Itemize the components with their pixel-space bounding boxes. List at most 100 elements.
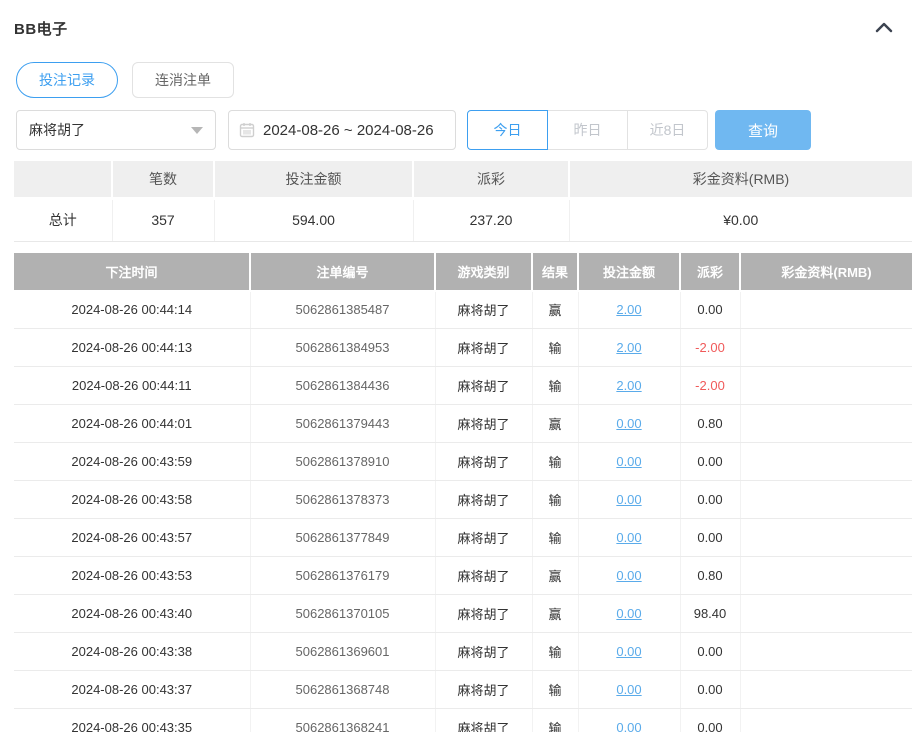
order-number-cell: 5062861369601: [250, 633, 435, 671]
tab-cancelled-orders[interactable]: 连消注单: [132, 62, 234, 98]
header-bet-amount: 投注金额: [578, 253, 680, 291]
bet-amount-link[interactable]: 0.00: [616, 568, 641, 583]
bet-amount-link[interactable]: 0.00: [616, 530, 641, 545]
panel-header: BB电子: [0, 0, 912, 40]
game-type-select[interactable]: 麻将胡了: [16, 110, 216, 150]
date-range-input[interactable]: 2024-08-26 ~ 2024-08-26: [228, 110, 456, 150]
payout-cell: -2.00: [680, 367, 740, 405]
game-type-cell: 麻将胡了: [435, 557, 532, 595]
bonus-cell: [740, 443, 912, 481]
result-cell: 输: [532, 481, 578, 519]
collapse-panel-button[interactable]: [872, 16, 896, 40]
bet-amount-link[interactable]: 0.00: [616, 416, 641, 431]
payout-cell: 0.00: [680, 291, 740, 329]
bet-amount-cell: 0.00: [578, 405, 680, 443]
bet-amount-link[interactable]: 2.00: [616, 302, 641, 317]
bet-time-cell: 2024-08-26 00:43:35: [14, 709, 250, 732]
total-label: 总计: [14, 198, 112, 241]
game-type-value: 麻将胡了: [29, 120, 85, 140]
bet-amount-link[interactable]: 0.00: [616, 454, 641, 469]
bet-amount-link[interactable]: 0.00: [616, 720, 641, 732]
result-cell: 输: [532, 671, 578, 709]
table-row: 2024-08-26 00:43:405062861370105麻将胡了赢0.0…: [14, 595, 912, 633]
bet-amount-cell: 0.00: [578, 443, 680, 481]
bet-time-cell: 2024-08-26 00:43:40: [14, 595, 250, 633]
date-range-value: 2024-08-26 ~ 2024-08-26: [263, 122, 434, 139]
bet-amount-cell: 0.00: [578, 671, 680, 709]
game-type-cell: 麻将胡了: [435, 443, 532, 481]
search-button[interactable]: 查询: [715, 110, 811, 150]
game-type-cell: 麻将胡了: [435, 671, 532, 709]
bonus-cell: [740, 405, 912, 443]
total-bet-amount: 594.00: [214, 198, 413, 241]
payout-cell: -2.00: [680, 329, 740, 367]
summary-header-payout: 派彩: [413, 161, 569, 198]
bet-amount-cell: 0.00: [578, 557, 680, 595]
header-game-type: 游戏类别: [435, 253, 532, 291]
bet-amount-link[interactable]: 0.00: [616, 682, 641, 697]
bet-amount-link[interactable]: 0.00: [616, 492, 641, 507]
header-result: 结果: [532, 253, 578, 291]
table-row: 2024-08-26 00:43:585062861378373麻将胡了输0.0…: [14, 481, 912, 519]
calendar-icon: [239, 122, 255, 138]
bet-amount-link[interactable]: 0.00: [616, 644, 641, 659]
bet-amount-cell: 0.00: [578, 633, 680, 671]
order-number-cell: 5062861384436: [250, 367, 435, 405]
payout-cell: 0.00: [680, 443, 740, 481]
tab-label: 连消注单: [155, 70, 211, 90]
bet-amount-cell: 0.00: [578, 481, 680, 519]
bonus-cell: [740, 633, 912, 671]
header-payout: 派彩: [680, 253, 740, 291]
tab-betting-records[interactable]: 投注记录: [16, 62, 118, 98]
summary-header-empty: [14, 161, 112, 198]
game-type-cell: 麻将胡了: [435, 329, 532, 367]
payout-cell: 0.00: [680, 709, 740, 732]
result-cell: 赢: [532, 595, 578, 633]
payout-cell: 98.40: [680, 595, 740, 633]
bet-amount-link[interactable]: 2.00: [616, 340, 641, 355]
result-cell: 输: [532, 329, 578, 367]
bet-time-cell: 2024-08-26 00:44:01: [14, 405, 250, 443]
result-cell: 输: [532, 367, 578, 405]
summary-header-bet-amount: 投注金额: [214, 161, 413, 198]
bonus-cell: [740, 329, 912, 367]
total-payout: 237.20: [413, 198, 569, 241]
table-row: 2024-08-26 00:44:145062861385487麻将胡了赢2.0…: [14, 291, 912, 329]
table-row: 2024-08-26 00:44:115062861384436麻将胡了输2.0…: [14, 367, 912, 405]
last-8-days-button[interactable]: 近8日: [627, 110, 708, 150]
bonus-cell: [740, 367, 912, 405]
summary-header-bonus: 彩金资料(RMB): [569, 161, 912, 198]
today-button[interactable]: 今日: [467, 110, 548, 150]
bonus-cell: [740, 671, 912, 709]
bet-amount-link[interactable]: 2.00: [616, 378, 641, 393]
payout-cell: 0.00: [680, 671, 740, 709]
game-type-cell: 麻将胡了: [435, 595, 532, 633]
payout-cell: 0.00: [680, 519, 740, 557]
result-cell: 赢: [532, 405, 578, 443]
order-number-cell: 5062861368748: [250, 671, 435, 709]
payout-cell: 0.00: [680, 481, 740, 519]
bonus-cell: [740, 709, 912, 732]
table-row: 2024-08-26 00:43:535062861376179麻将胡了赢0.0…: [14, 557, 912, 595]
order-number-cell: 5062861368241: [250, 709, 435, 732]
bonus-cell: [740, 595, 912, 633]
bet-time-cell: 2024-08-26 00:43:37: [14, 671, 250, 709]
game-type-cell: 麻将胡了: [435, 519, 532, 557]
game-type-cell: 麻将胡了: [435, 405, 532, 443]
yesterday-button[interactable]: 昨日: [547, 110, 628, 150]
bet-amount-link[interactable]: 0.00: [616, 606, 641, 621]
summary-table: 笔数 投注金额 派彩 彩金资料(RMB) 总计 357 594.00 237.2…: [14, 161, 912, 242]
bonus-cell: [740, 557, 912, 595]
bet-amount-cell: 0.00: [578, 595, 680, 633]
result-cell: 输: [532, 519, 578, 557]
filter-bar: 麻将胡了 2024-08-26 ~ 2024-08-26 今日 昨日 近8日 查…: [0, 98, 912, 150]
summary-header-row: 笔数 投注金额 派彩 彩金资料(RMB): [14, 161, 912, 198]
summary-total-row: 总计 357 594.00 237.20 ¥0.00: [14, 198, 912, 241]
bet-time-cell: 2024-08-26 00:43:53: [14, 557, 250, 595]
bet-time-cell: 2024-08-26 00:43:58: [14, 481, 250, 519]
records-header-row: 下注时间 注单编号 游戏类别 结果 投注金额 派彩 彩金资料(RMB): [14, 253, 912, 291]
table-row: 2024-08-26 00:43:595062861378910麻将胡了输0.0…: [14, 443, 912, 481]
bet-time-cell: 2024-08-26 00:43:59: [14, 443, 250, 481]
table-row: 2024-08-26 00:44:135062861384953麻将胡了输2.0…: [14, 329, 912, 367]
bet-time-cell: 2024-08-26 00:43:57: [14, 519, 250, 557]
